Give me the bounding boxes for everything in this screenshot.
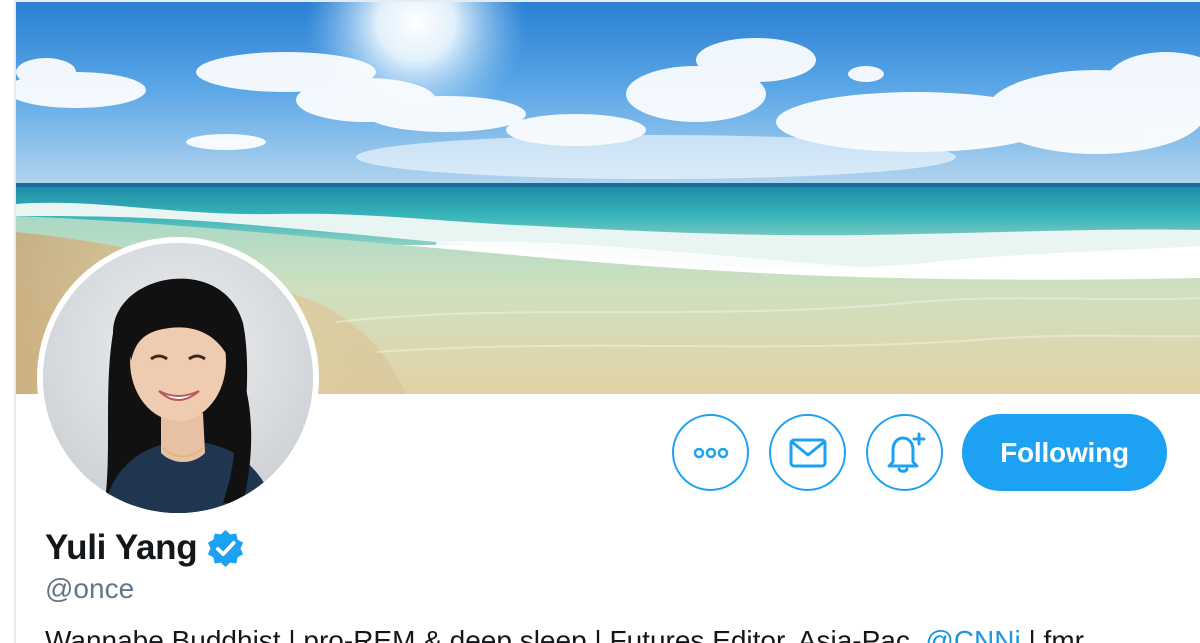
display-name: Yuli Yang — [45, 528, 198, 567]
direct-message-button[interactable] — [769, 414, 846, 491]
profile-bio: Wannabe Buddhist | pro-REM & deep sleep … — [45, 624, 1084, 643]
profile-name-row: Yuli Yang — [45, 527, 246, 569]
envelope-icon — [789, 438, 827, 468]
username-handle: @once — [45, 573, 135, 604]
bio-mention-link[interactable]: @CNNi — [925, 625, 1020, 643]
profile-page: Following Yuli Yang @once Wannabe Buddhi… — [0, 0, 1200, 643]
more-dots-icon — [693, 447, 729, 459]
bio-text: Wannabe Buddhist | pro-REM & deep sleep … — [45, 625, 926, 643]
notifications-button[interactable] — [866, 414, 943, 491]
following-button[interactable]: Following — [962, 414, 1167, 491]
verified-badge-icon — [208, 529, 244, 567]
avatar[interactable] — [37, 237, 319, 519]
more-button[interactable] — [672, 414, 749, 491]
profile-photo — [43, 243, 313, 513]
bio-text-suffix: | fmr — [1020, 625, 1084, 643]
bell-plus-icon — [883, 432, 927, 474]
